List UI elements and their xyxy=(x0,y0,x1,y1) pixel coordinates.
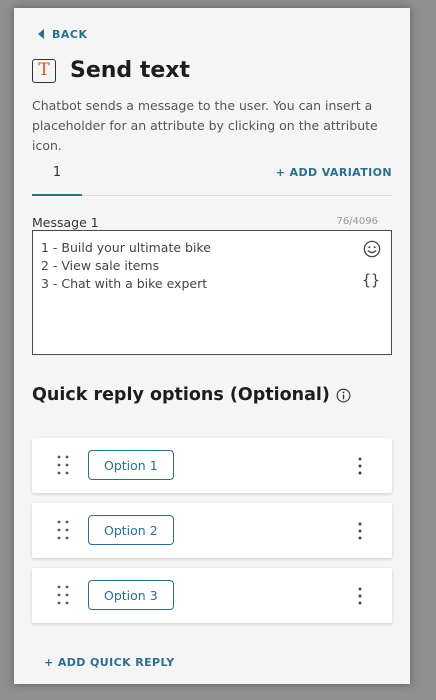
more-options-icon[interactable] xyxy=(358,457,362,475)
text-type-icon-letter: T xyxy=(38,60,50,80)
tab-label: 1 xyxy=(52,165,62,180)
quick-reply-item: Option 1 xyxy=(32,438,392,493)
message-char-count: 76/4096 xyxy=(336,216,378,227)
info-icon[interactable] xyxy=(336,388,351,403)
message-content: 1 - Build your ultimate bike 2 - View sa… xyxy=(41,239,211,293)
quick-reply-option-button[interactable]: Option 2 xyxy=(88,515,174,545)
attribute-placeholder-icon[interactable]: {} xyxy=(362,271,380,289)
page-description: Chatbot sends a message to the user. You… xyxy=(32,98,378,153)
page-header: T Send text xyxy=(32,58,190,83)
quick-reply-item: Option 3 xyxy=(32,568,392,623)
drag-handle-icon[interactable] xyxy=(56,454,70,476)
send-text-panel: BACK T Send text Chatbot sends a message… xyxy=(14,8,410,684)
option-label: Option 3 xyxy=(104,587,158,603)
quick-reply-item: Option 2 xyxy=(32,503,392,558)
more-options-icon[interactable] xyxy=(358,587,362,605)
page-title: Send text xyxy=(70,58,190,83)
back-arrow-icon xyxy=(38,29,44,39)
message-line: 3 - Chat with a bike expert xyxy=(41,276,208,291)
back-link[interactable]: BACK xyxy=(38,26,88,42)
add-quick-reply-button[interactable]: + ADD QUICK REPLY xyxy=(44,656,175,669)
message-textarea[interactable]: 1 - Build your ultimate bike 2 - View sa… xyxy=(32,230,392,355)
message-line: 1 - Build your ultimate bike xyxy=(41,240,211,255)
variation-tabs: 1 + ADD VARIATION xyxy=(32,162,392,196)
quick-replies-title: Quick reply options (Optional) xyxy=(32,385,330,405)
active-tab-indicator xyxy=(32,194,82,196)
message-label: Message 1 xyxy=(32,215,99,230)
more-options-icon[interactable] xyxy=(358,522,362,540)
drag-handle-icon[interactable] xyxy=(56,519,70,541)
quick-reply-option-button[interactable]: Option 1 xyxy=(88,450,174,480)
text-type-icon: T xyxy=(32,58,56,83)
tab-variation-1[interactable]: 1 xyxy=(32,162,82,193)
back-label: BACK xyxy=(52,27,88,41)
quick-reply-option-button[interactable]: Option 3 xyxy=(88,580,174,610)
add-variation-button[interactable]: + ADD VARIATION xyxy=(276,166,392,179)
drag-handle-icon[interactable] xyxy=(56,584,70,606)
quick-replies-heading: Quick reply options (Optional) xyxy=(32,385,351,405)
message-line: 2 - View sale items xyxy=(41,258,160,273)
option-label: Option 1 xyxy=(104,457,158,473)
option-label: Option 2 xyxy=(104,522,158,538)
emoji-icon[interactable] xyxy=(363,240,381,258)
